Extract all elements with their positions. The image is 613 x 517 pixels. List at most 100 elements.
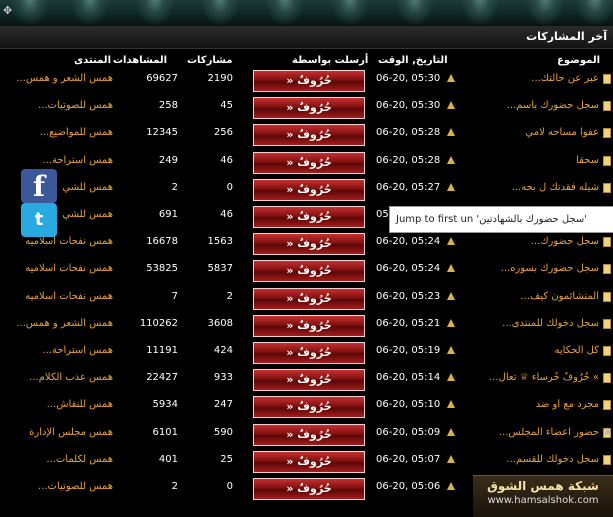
forum-link[interactable]: همس الشعر و همس... — [0, 318, 113, 329]
post-count: 0 — [226, 181, 233, 193]
facebook-share-icon[interactable]: f — [21, 169, 57, 203]
triangle-up-icon[interactable] — [447, 237, 455, 246]
post-count: 0 — [226, 481, 233, 492]
topic-link[interactable]: سحقا — [477, 155, 599, 166]
poster-name-button[interactable]: » حُرُوفٌ — [253, 396, 365, 419]
view-count: 249 — [158, 154, 178, 166]
triangle-up-icon[interactable] — [447, 427, 455, 436]
topic-link[interactable]: سجل حضورك بأسم... — [477, 100, 599, 111]
topic-link[interactable]: عفوا مساحه لامي — [477, 127, 599, 138]
column-header-date: التاريخ, الوقت — [378, 55, 448, 66]
table-row: سجل دخولك للمنتدى... 06-20, 05:21 » حُرُوف… — [0, 311, 613, 338]
topic-link[interactable]: حضور اعضاء المجلس... — [477, 427, 599, 438]
poster-name-button[interactable]: » حُرُوفٌ — [253, 287, 365, 310]
poster-name-button[interactable]: » حُرُوفٌ — [253, 369, 365, 392]
triangle-up-icon[interactable] — [447, 264, 455, 273]
poster-name-button[interactable]: » حُرُوفٌ — [253, 478, 365, 500]
forum-link[interactable]: همس مجلس الإدارة — [0, 427, 113, 438]
poster-name-button[interactable]: » حُرُوفٌ — [253, 151, 365, 174]
forum-link[interactable]: همس استراحة... — [0, 155, 113, 166]
column-header-topic: الموضوع — [557, 55, 600, 66]
triangle-up-icon[interactable] — [447, 482, 455, 490]
poster-name-button[interactable]: » حُرُوفٌ — [253, 124, 365, 147]
post-date: 06-20, 05:19 — [376, 345, 441, 356]
view-count: 16678 — [146, 236, 178, 248]
post-count: 5837 — [207, 263, 233, 275]
view-count: 691 — [158, 209, 178, 220]
column-header-forum: المنتدى — [74, 55, 111, 66]
triangle-up-icon[interactable] — [447, 155, 455, 164]
forum-link[interactable]: همس للنقاش... — [0, 399, 113, 410]
triangle-up-icon[interactable] — [447, 318, 455, 327]
poster-name-button[interactable]: » حُرُوفٌ — [253, 260, 365, 283]
view-count: 2 — [171, 481, 178, 492]
forum-banner — [0, 0, 613, 26]
forum-link[interactable]: همس نفحات اسلاميه — [0, 291, 113, 302]
poster-name-button[interactable]: » حُرُوفٌ — [253, 206, 365, 228]
triangle-up-icon[interactable] — [447, 373, 455, 382]
topic-link[interactable]: مجرد مع أو ضد — [477, 399, 599, 410]
document-icon — [603, 155, 611, 166]
triangle-up-icon[interactable] — [447, 101, 455, 110]
triangle-up-icon[interactable] — [447, 400, 455, 409]
document-icon — [603, 128, 611, 139]
topic-link[interactable]: سجل حضورك... — [477, 236, 599, 247]
post-count: 2 — [226, 290, 233, 302]
topic-link[interactable]: شيله فقدتك ل بحه... — [477, 182, 599, 193]
forum-link[interactable]: همس للصوتيات... — [0, 100, 113, 111]
forum-link[interactable]: همس لكلمات... — [0, 454, 113, 465]
topic-link[interactable]: سجل دخولك للقسم... — [477, 454, 599, 465]
view-count: 12345 — [146, 127, 178, 139]
post-count: 46 — [220, 209, 233, 220]
twitter-share-icon[interactable]: t — [21, 203, 57, 237]
forum-link[interactable]: همس نفحات اسلاميه — [0, 236, 113, 247]
poster-name-button[interactable]: » حُرُوفٌ — [253, 342, 365, 364]
post-date: 06-20, 05:28 — [376, 127, 441, 139]
scroll-up-icon[interactable]: ▲ — [604, 426, 611, 436]
post-count: 1563 — [207, 236, 233, 248]
topic-link[interactable]: سجل حضورك بسوره... — [477, 263, 599, 274]
poster-name-button[interactable]: » حُرُوفٌ — [253, 178, 365, 201]
topic-link[interactable]: عبر عن حالتك... — [477, 73, 599, 84]
post-count: 247 — [213, 399, 233, 411]
poster-name-button[interactable]: » حُرُوفٌ — [253, 314, 365, 337]
triangle-up-icon[interactable] — [447, 291, 455, 300]
table-row: عبر عن حالتك... 06-20, 05:30 » حُرُوفٌ 2190… — [0, 66, 613, 93]
forum-link[interactable]: همس استراحة... — [0, 345, 113, 356]
forum-link[interactable]: همس عذب الكلام... — [0, 372, 113, 383]
forum-link[interactable]: همس للمواضيع... — [0, 127, 113, 138]
poster-name-button[interactable]: » حُرُوفٌ — [253, 423, 365, 446]
document-icon — [603, 373, 611, 384]
forum-link[interactable]: همس الشعر و همس... — [0, 73, 113, 84]
post-date: 06-20, 05:30 — [376, 100, 441, 112]
triangle-up-icon[interactable] — [447, 182, 455, 191]
poster-name-button[interactable]: » حُرُوفٌ — [253, 97, 365, 120]
poster-name-button[interactable]: » حُرُوفٌ — [253, 450, 365, 473]
table-row: كل الحكايه 06-20, 05:19 » حُرُوفٌ 424 11191 ه… — [0, 338, 613, 365]
topic-link[interactable]: » حُرُوفٌ خُرساء ♕ تعال... — [477, 372, 599, 383]
triangle-up-icon[interactable] — [447, 346, 455, 354]
topic-link[interactable]: المتشائمون كيف... — [477, 291, 599, 302]
document-icon — [603, 454, 611, 465]
document-icon — [603, 318, 611, 329]
triangle-up-icon[interactable] — [447, 454, 455, 463]
topic-link[interactable]: كل الحكايه — [477, 345, 599, 356]
document-icon — [603, 182, 611, 193]
post-count: 256 — [213, 127, 233, 139]
table-row: سحقا 06-20, 05:28 » حُرُوفٌ 46 249 همس استراح… — [0, 148, 613, 175]
poster-name-button[interactable]: » حُرُوفٌ — [253, 70, 365, 92]
forum-link[interactable]: همس نفحات اسلاميه — [0, 263, 113, 274]
view-count: 6101 — [152, 426, 178, 438]
document-icon — [603, 74, 611, 84]
poster-name-button[interactable]: » حُرُوفٌ — [253, 233, 365, 256]
topic-link[interactable]: سجل دخولك للمنتدى... — [477, 318, 599, 329]
table-row: سجل دخولك للقسم... 06-20, 05:07 » حُرُوفٌ 2… — [0, 447, 613, 474]
triangle-up-icon[interactable] — [447, 128, 455, 137]
move-icon[interactable]: ✥ — [3, 4, 12, 17]
table-row: شيله فقدتك ل بحه... 06-20, 05:27 » حُرُوفٌ… — [0, 175, 613, 202]
view-count: 7 — [171, 290, 178, 302]
forum-link[interactable]: همس للصوتيات... — [0, 481, 113, 492]
post-date: 06-20, 05:07 — [376, 453, 441, 465]
column-header-poster: أرسلت بواسطة — [292, 55, 369, 66]
triangle-up-icon[interactable] — [447, 74, 455, 82]
